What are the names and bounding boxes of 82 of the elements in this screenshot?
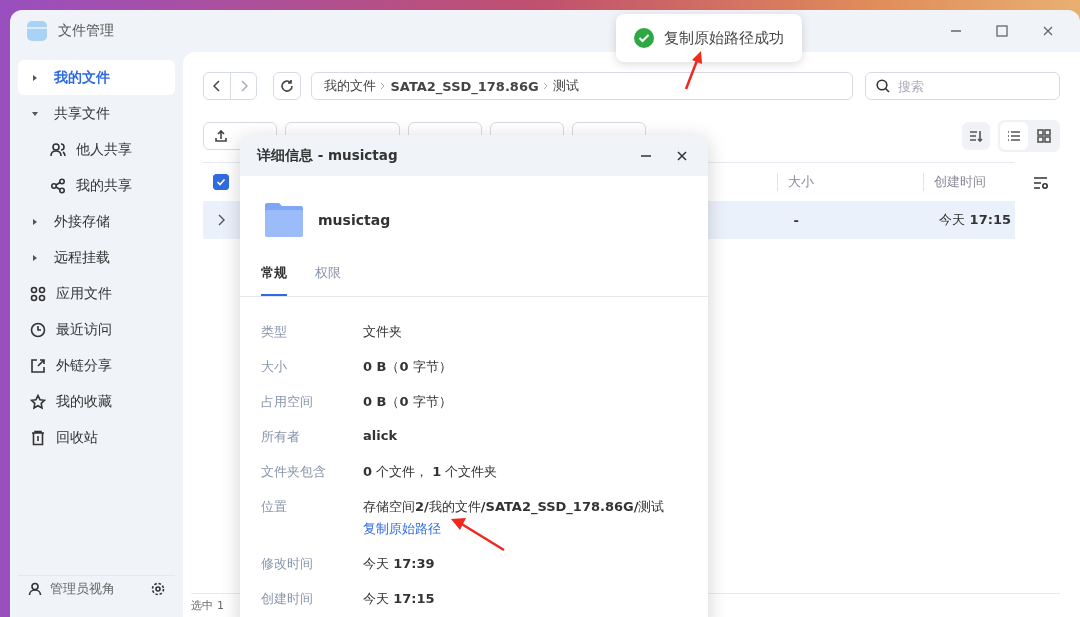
caret-right-icon	[32, 254, 38, 261]
search-field[interactable]: 搜索	[865, 72, 1060, 100]
chevron-left-icon	[213, 80, 222, 92]
field-value: 今天 17:39	[363, 555, 436, 573]
user-icon	[28, 581, 42, 596]
chevron-right-icon	[542, 82, 549, 90]
column-settings-icon[interactable]	[1033, 176, 1049, 190]
field-value: 0 B（0 字节）	[363, 393, 453, 411]
folder-app-icon	[26, 20, 48, 42]
refresh-button[interactable]	[273, 72, 302, 100]
field-label: 文件夹包含	[261, 463, 327, 481]
column-header[interactable]: 创建时间	[923, 173, 987, 191]
field-value: 今天 17:15	[363, 590, 436, 608]
copy-path-link[interactable]: 复制原始路径	[363, 520, 441, 538]
field-value: 0 个文件， 1 个文件夹	[363, 463, 499, 481]
grid-icon	[1037, 129, 1051, 143]
sidebar-item[interactable]: 共享文件	[18, 96, 176, 131]
search-icon	[876, 79, 890, 93]
sort-button[interactable]	[962, 122, 990, 150]
sidebar-item[interactable]: 他人共享	[18, 132, 176, 167]
tab[interactable]: 常规	[261, 256, 287, 296]
trash-icon	[30, 429, 46, 446]
field-label: 修改时间	[261, 555, 314, 573]
created-cell-text: 今天 17:15	[939, 211, 1012, 229]
sidebar-item[interactable]: 外接存储	[18, 204, 176, 239]
admin-view-label: 管理员视角	[50, 579, 116, 598]
star-icon	[30, 393, 46, 410]
apps-icon	[30, 285, 46, 302]
field-label: 占用空间	[261, 393, 314, 411]
toast-message: 复制原始路径成功	[664, 28, 784, 48]
refresh-icon	[280, 79, 295, 93]
chevron-right-icon	[239, 80, 248, 92]
check-circle-icon	[634, 28, 654, 48]
caret-right-icon	[32, 218, 38, 225]
field-label: 类型	[261, 323, 288, 341]
file-name: musictag	[318, 212, 391, 228]
path-bar[interactable]: 我的文件 SATA2_SSD_178.86G 测试	[311, 72, 853, 100]
field-value: alick	[363, 428, 399, 443]
field-label: 位置	[261, 498, 288, 516]
size-cell-text: -	[793, 212, 800, 228]
window-title: 文件管理	[58, 22, 114, 40]
list-icon	[1007, 129, 1021, 143]
field-label: 所有者	[261, 428, 301, 446]
sidebar-item[interactable]: 我的收藏	[18, 384, 176, 419]
sidebar-item[interactable]: 远程挂载	[18, 240, 176, 275]
sidebar-item[interactable]: 我的共享	[18, 168, 176, 203]
settings-icon[interactable]	[151, 581, 166, 596]
share-icon	[50, 177, 66, 194]
breadcrumb-item[interactable]: SATA2_SSD_178.86G	[390, 78, 539, 94]
chevron-right-icon	[380, 82, 387, 90]
sidebar-item[interactable]: 最近访问	[18, 312, 176, 347]
expand-icon[interactable]	[217, 214, 226, 226]
users-icon	[50, 141, 66, 158]
column-header[interactable]: 大小	[777, 173, 924, 191]
field-value: 0 B（0 字节）	[363, 358, 453, 376]
field-label: 大小	[261, 358, 288, 376]
breadcrumb-item[interactable]: 我的文件	[324, 77, 377, 95]
status-text: 选中 1	[191, 598, 224, 613]
caret-down-icon	[32, 110, 38, 117]
sidebar-item[interactable]: 我的文件	[18, 60, 176, 95]
annotation-arrow	[450, 517, 506, 551]
sort-icon	[969, 129, 983, 143]
sidebar-item[interactable]: 回收站	[18, 420, 176, 455]
upload-icon	[214, 129, 229, 143]
maximize-icon	[996, 25, 1008, 37]
field-value: 文件夹	[363, 323, 403, 341]
annotation-arrow	[684, 50, 704, 90]
field-value: 存储空间2/我的文件/SATA2_SSD_178.86G/测试	[363, 498, 666, 516]
close-icon	[1042, 25, 1054, 37]
export-icon	[30, 357, 46, 374]
field-label: 创建时间	[261, 590, 314, 608]
caret-right-icon	[32, 74, 38, 81]
dialog-title: 详细信息 - musictag	[257, 146, 399, 165]
clock-icon	[30, 321, 46, 338]
select-all-checkbox[interactable]	[213, 174, 230, 190]
list-view-button[interactable]	[1000, 122, 1028, 150]
sidebar-item[interactable]: 应用文件	[18, 276, 176, 311]
folder-icon	[264, 202, 304, 238]
close-icon	[676, 149, 688, 162]
sidebar-item[interactable]: 外链分享	[18, 348, 176, 383]
checkmark-icon	[216, 177, 227, 187]
breadcrumb-item[interactable]: 测试	[552, 77, 579, 95]
